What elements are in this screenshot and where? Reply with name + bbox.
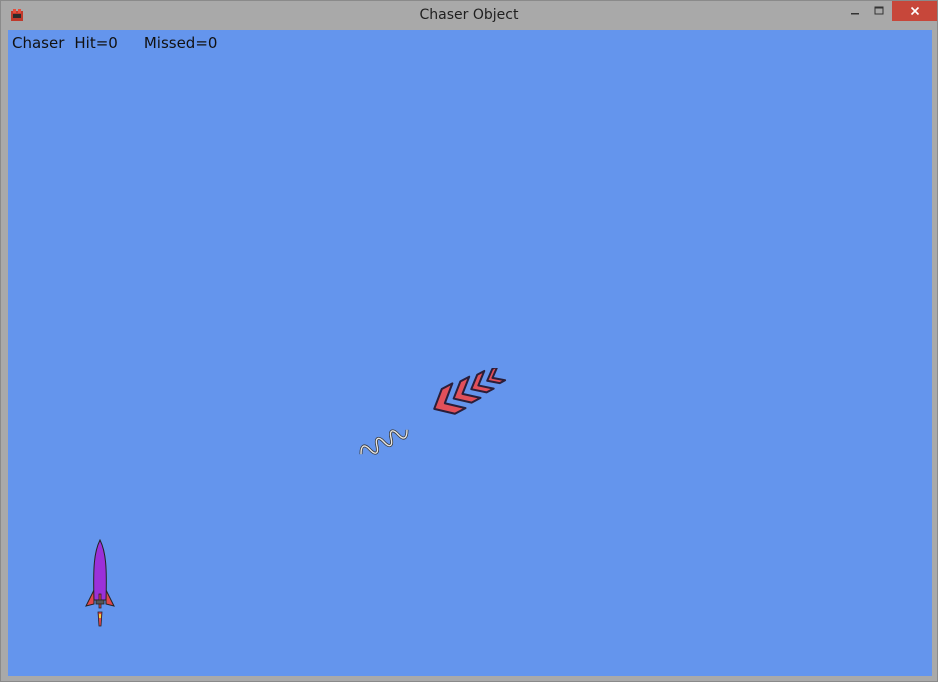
close-button[interactable] — [892, 1, 937, 21]
title-bar[interactable]: Chaser Object — [1, 1, 937, 29]
minimize-button[interactable] — [843, 1, 867, 21]
mode-label: Chaser — [12, 34, 65, 52]
spring-trail-icon — [359, 429, 409, 455]
missed-counter: Missed=0 — [143, 34, 218, 52]
game-window: Chaser Object Chaser Hit=0 Missed=0 — [0, 0, 938, 682]
maximize-icon — [874, 6, 884, 15]
red-chevron-chaser-icon — [433, 368, 507, 415]
minimize-icon — [851, 13, 859, 15]
hud: Chaser Hit=0 Missed=0 — [12, 34, 217, 52]
game-canvas[interactable]: Chaser Hit=0 Missed=0 — [8, 30, 932, 676]
window-title: Chaser Object — [419, 7, 519, 23]
maximize-button[interactable] — [867, 1, 891, 21]
purple-rocket-icon — [85, 538, 115, 627]
hit-counter: Hit=0 — [74, 34, 118, 52]
close-icon — [910, 6, 919, 16]
